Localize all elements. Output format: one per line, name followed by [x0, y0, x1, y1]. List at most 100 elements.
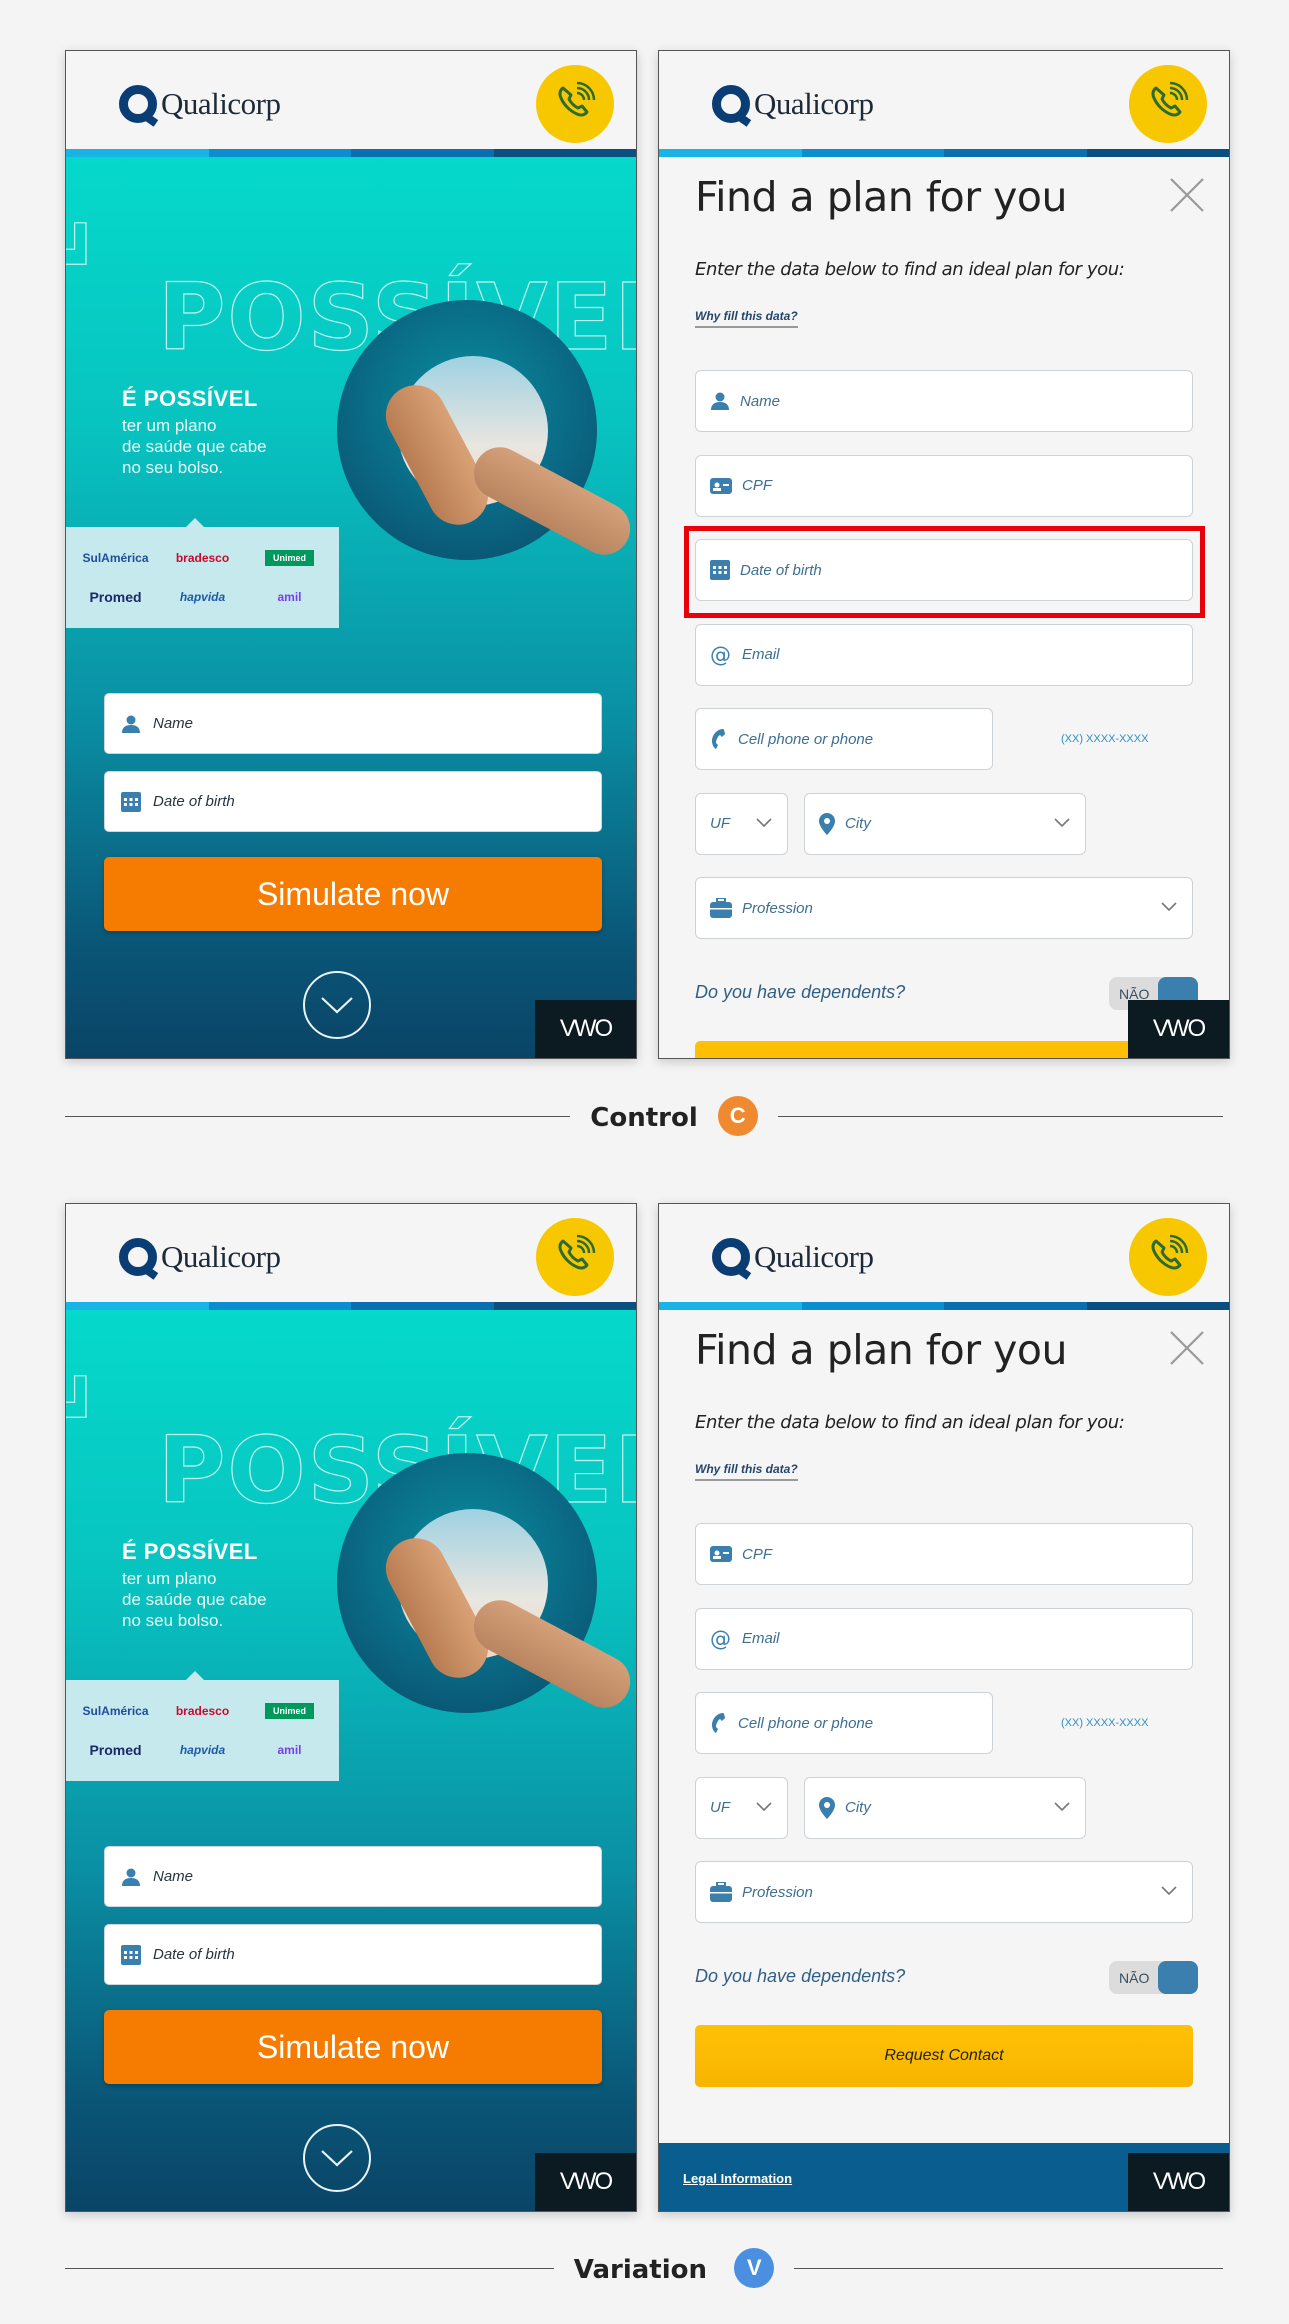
scroll-down-button[interactable] — [303, 971, 371, 1039]
cpf-field[interactable]: CPF — [695, 454, 1193, 517]
logo-mark-icon — [712, 85, 750, 123]
cpf-field[interactable]: CPF — [695, 1523, 1193, 1585]
uf-select[interactable]: UF — [695, 792, 788, 855]
phone-call-icon — [1146, 80, 1190, 129]
call-button[interactable] — [1129, 65, 1207, 143]
call-button[interactable] — [536, 1218, 614, 1296]
at-icon: @ — [710, 644, 732, 666]
name-field[interactable]: Name — [695, 370, 1193, 432]
brand-stripe — [659, 149, 1229, 157]
divider — [794, 2268, 1223, 2269]
dob-input[interactable]: Date of birth — [104, 771, 602, 832]
variant-label: Control C — [65, 1096, 1223, 1136]
vwo-text: VWO — [1152, 1015, 1206, 1042]
logo-text: Qualicorp — [754, 1239, 874, 1274]
variant-name: Variation — [573, 2255, 707, 2285]
qualicorp-logo[interactable]: Qualicorp — [712, 85, 874, 123]
qualicorp-logo[interactable]: Qualicorp — [712, 1238, 874, 1276]
insurer-logo: SulAmérica — [82, 1704, 149, 1719]
phone-placeholder: Cell phone or phone — [738, 730, 874, 748]
form-subtitle: Enter the data below to find an ideal pl… — [695, 1412, 1125, 1433]
stripe-segment — [659, 149, 802, 157]
vwo-badge: VWO — [1128, 2153, 1229, 2211]
dob-input[interactable]: Date of birth — [104, 1924, 602, 1985]
hero-subtext-line: no seu bolso. — [122, 1611, 224, 1630]
chevron-down-icon — [1053, 816, 1071, 834]
insurer-logo: Unimed — [264, 550, 314, 567]
insurer-logo: amil — [277, 589, 302, 604]
vwo-badge: VWO — [535, 2153, 636, 2211]
insurer-logos: SulAmérica bradesco Unimed Promed hapvida ami… — [66, 518, 339, 628]
phone-call-icon — [553, 1233, 597, 1282]
call-button[interactable] — [1129, 1218, 1207, 1296]
request-contact-button[interactable]: Request Contact — [695, 1041, 1193, 1058]
phone-field[interactable]: Cell phone or phone — [695, 1692, 993, 1754]
divider — [777, 1116, 1223, 1117]
handshake-image — [337, 1453, 636, 1717]
chevron-down-icon — [1053, 1800, 1071, 1818]
stripe-segment — [66, 1302, 209, 1310]
close-icon[interactable] — [1169, 177, 1205, 213]
insurer-logo: Promed — [89, 588, 142, 605]
dependents-toggle[interactable]: NÃO — [1109, 1961, 1198, 1994]
stripe-segment — [66, 149, 209, 157]
legal-information-link[interactable]: Legal Information — [683, 2171, 792, 2186]
simulate-now-button[interactable]: Simulate now — [104, 2010, 602, 2084]
svg-text:@: @ — [710, 1628, 731, 1650]
name-input[interactable]: Name — [104, 1846, 602, 1907]
city-select[interactable]: City — [804, 792, 1086, 855]
hero-subtext-line: no seu bolso. — [122, 458, 224, 477]
profession-field[interactable]: Profession — [695, 877, 1193, 939]
close-icon[interactable] — [1169, 1330, 1205, 1366]
brand-stripe — [66, 1302, 636, 1310]
city-placeholder: City — [845, 1799, 871, 1816]
why-fill-link[interactable]: Why fill this data? — [695, 1462, 798, 1481]
stripe-segment — [493, 1302, 636, 1310]
hero-subtext-line: ter um plano — [122, 416, 217, 435]
phone-icon — [710, 728, 728, 750]
cpf-placeholder: CPF — [742, 1545, 772, 1563]
chevron-down-icon — [755, 816, 773, 834]
simulate-label: Simulate now — [256, 2028, 450, 2065]
email-field[interactable]: @ Email — [695, 1607, 1193, 1670]
profession-field[interactable]: Profession — [695, 1861, 1193, 1923]
city-placeholder: City — [845, 815, 871, 832]
name-input[interactable]: Name — [104, 693, 602, 754]
email-field[interactable]: @ Email — [695, 623, 1193, 686]
idcard-icon — [710, 1546, 732, 1562]
phone-icon — [710, 1712, 728, 1734]
brand-stripe — [66, 149, 636, 157]
svg-text:@: @ — [710, 644, 731, 666]
form-screen: Qualicorp Find a plan for you Enter the … — [658, 1203, 1230, 2212]
qualicorp-logo[interactable]: Qualicorp — [119, 1238, 281, 1276]
simulate-now-button[interactable]: Simulate now — [104, 857, 602, 931]
stripe-segment — [801, 1302, 944, 1310]
call-button[interactable] — [536, 65, 614, 143]
uf-select[interactable]: UF — [695, 1776, 788, 1839]
person-icon — [121, 1867, 141, 1887]
phone-placeholder: Cell phone or phone — [738, 1714, 874, 1732]
stripe-segment — [659, 1302, 802, 1310]
qualicorp-logo[interactable]: Qualicorp — [119, 85, 281, 123]
dependents-question: Do you have dependents? — [695, 1966, 906, 1986]
hero-subtext-line: de saúde que cabe — [122, 1590, 267, 1609]
phone-call-icon — [1146, 1233, 1190, 1282]
name-placeholder: Name — [740, 392, 781, 410]
profession-placeholder: Profession — [742, 899, 813, 917]
stripe-segment — [493, 149, 636, 157]
email-placeholder: Email — [742, 1630, 780, 1647]
hero-subtext: ter um plano de saúde que cabe no seu bols… — [122, 415, 267, 478]
request-contact-button[interactable]: Request Contact — [695, 2025, 1193, 2087]
insurer-logo: hapvida — [179, 589, 226, 604]
email-placeholder: Email — [742, 646, 780, 663]
site-header: Qualicorp — [659, 51, 1229, 149]
stripe-segment — [801, 149, 944, 157]
why-fill-link[interactable]: Why fill this data? — [695, 309, 798, 328]
hero-banner: É POSSÍVEL É POSSÍVEL ter um planode saú… — [66, 1310, 636, 2211]
phone-field[interactable]: Cell phone or phone — [695, 708, 993, 770]
scroll-down-button[interactable] — [303, 2124, 371, 2192]
city-select[interactable]: City — [804, 1776, 1086, 1839]
at-icon: @ — [710, 1628, 732, 1650]
logo-mark-icon — [119, 1238, 157, 1276]
vwo-badge: VWO — [535, 1000, 636, 1058]
